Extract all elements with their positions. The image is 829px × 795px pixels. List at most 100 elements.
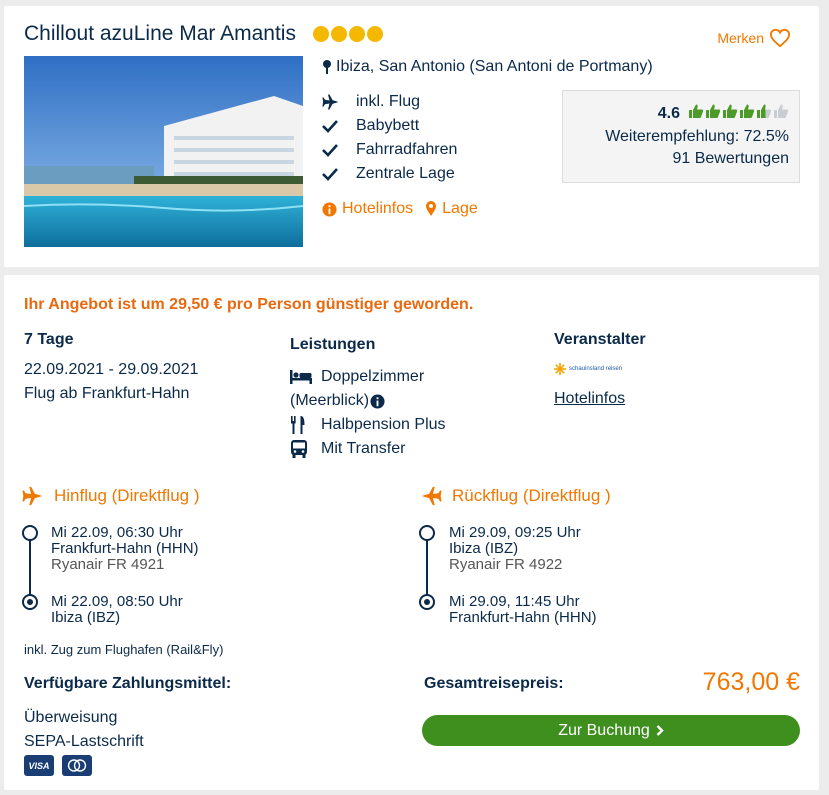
- veranstalter-logo: schauinsland reisen: [554, 363, 629, 375]
- cutlery-icon: [291, 416, 305, 434]
- room-view: (Meerblick): [290, 389, 446, 413]
- room-type: Doppelzimmer: [290, 365, 446, 389]
- check-icon: [322, 120, 338, 133]
- booking-button[interactable]: Zur Buchung: [422, 715, 800, 746]
- info-circle-icon: [322, 201, 337, 217]
- star-rating: [313, 26, 383, 42]
- feature-item: Fahrradfahren: [322, 138, 457, 162]
- outbound-timeline: [22, 525, 38, 615]
- visa-icon: VISA: [24, 755, 54, 776]
- merken-button[interactable]: Merken: [717, 28, 791, 48]
- return-arr-airport: Frankfurt-Hahn (HHN): [449, 609, 597, 626]
- hotel-name[interactable]: Chillout azuLine Mar Amantis: [24, 22, 296, 46]
- hotel-card: Chillout azuLine Mar Amantis Merken Ibiz…: [4, 6, 819, 267]
- outbound-departure: Mi 22.09, 06:30 Uhr Frankfurt-Hahn (HHN)…: [51, 525, 199, 573]
- trip-dates: 22.09.2021 - 29.09.2021: [24, 361, 199, 378]
- return-flight-number: Ryanair FR 4922: [449, 556, 563, 573]
- feature-item: Babybett: [322, 114, 457, 138]
- feature-label: inkl. Flug: [356, 93, 421, 110]
- location-line: Ibiza, San Antonio (San Antoni de Portma…: [322, 58, 653, 76]
- hotelinfos-link[interactable]: Hotelinfos: [322, 200, 413, 218]
- bed-icon: [290, 370, 312, 384]
- hotel-links: Hotelinfos Lage: [322, 200, 478, 218]
- feature-label: Fahrradfahren: [356, 141, 458, 158]
- review-count: 91 Bewertungen: [672, 150, 789, 167]
- return-departure: Mi 29.09, 09:25 Uhr Ibiza (IBZ) Ryanair …: [449, 525, 581, 573]
- payment-method: Überweisung: [24, 709, 118, 726]
- return-heading: Rückflug (Direktflug ): [420, 485, 611, 507]
- map-marker-icon: [426, 201, 437, 216]
- departure-dot: [22, 525, 38, 541]
- feature-list: inkl. Flug Babybett Fahrradfahren Zentra…: [322, 90, 457, 186]
- leistungen-heading: Leistungen: [290, 336, 376, 353]
- trip-dates-block: 22.09.2021 - 29.09.2021 Flug ab Frankfur…: [24, 358, 198, 406]
- thumb-up-icon: [722, 103, 738, 124]
- departure-airport: Flug ab Frankfurt-Hahn: [24, 385, 190, 402]
- card-logos: VISA: [24, 755, 92, 776]
- thumb-up-icon: [688, 103, 704, 124]
- sun-logo-icon: [554, 363, 566, 375]
- payment-methods: Überweisung SEPA-Lastschrift: [24, 706, 144, 754]
- location-text: Ibiza, San Antonio (San Antoni de Portma…: [336, 58, 653, 75]
- outbound-arrival: Mi 22.09, 08:50 Uhr Ibiza (IBZ): [51, 594, 183, 626]
- offer-card: Ihr Angebot ist um 29,50 € pro Person gü…: [4, 275, 819, 790]
- price-drop-notice: Ihr Angebot ist um 29,50 € pro Person gü…: [24, 296, 474, 313]
- plane-icon: [421, 486, 442, 506]
- hotelinfos-label: Hotelinfos: [342, 200, 414, 217]
- merken-label: Merken: [717, 30, 764, 46]
- transfer-label: Mit Transfer: [321, 440, 406, 457]
- leistungen-list: Doppelzimmer (Meerblick) Halbpension Plu…: [290, 365, 446, 461]
- veranstalter-heading: Veranstalter: [554, 331, 646, 348]
- check-icon: [322, 168, 338, 181]
- outbound-heading-label: Hinflug (Direktflug ): [54, 486, 200, 505]
- trip-duration: 7 Tage: [24, 331, 74, 348]
- thumb-up-icon: [773, 103, 789, 124]
- rating-score-row: 4.6: [563, 103, 789, 124]
- board-label: Halbpension Plus: [321, 416, 446, 433]
- outbound-dep-airport: Frankfurt-Hahn (HHN): [51, 540, 199, 557]
- hotel-photo[interactable]: [24, 56, 303, 247]
- veranstalter-hotelinfos-link[interactable]: Hotelinfos: [554, 390, 625, 408]
- star-icon: [331, 26, 347, 42]
- return-dep-time: Mi 29.09, 09:25 Uhr: [449, 524, 581, 541]
- thumb-up-icon: [705, 103, 721, 124]
- bus-icon: [291, 440, 307, 458]
- booking-button-label: Zur Buchung: [558, 721, 650, 739]
- rating-box[interactable]: 4.6 Weiterempfehlung: 72.5% 91 Bewertung…: [562, 90, 800, 183]
- return-timeline: [419, 525, 435, 615]
- arrival-dot: [419, 594, 435, 610]
- feature-item: inkl. Flug: [322, 90, 457, 114]
- total-price: 763,00 €: [702, 668, 800, 696]
- transfer: Mit Transfer: [290, 437, 446, 461]
- rail-fly-note: inkl. Zug zum Flughafen (Rail&Fly): [24, 642, 224, 657]
- return-arr-time: Mi 29.09, 11:45 Uhr: [449, 593, 580, 610]
- board-type: Halbpension Plus: [290, 413, 446, 437]
- lage-link[interactable]: Lage: [425, 200, 478, 218]
- recommendation-rate: Weiterempfehlung: 72.5%: [605, 128, 789, 145]
- feature-item: Zentrale Lage: [322, 162, 457, 186]
- payment-heading: Verfügbare Zahlungsmittel:: [24, 675, 232, 692]
- plane-icon: [322, 94, 339, 110]
- outbound-arr-time: Mi 22.09, 08:50 Uhr: [51, 593, 183, 610]
- payment-method: SEPA-Lastschrift: [24, 733, 144, 750]
- lage-label: Lage: [442, 200, 478, 217]
- star-icon: [349, 26, 365, 42]
- departure-dot: [419, 525, 435, 541]
- outbound-dep-time: Mi 22.09, 06:30 Uhr: [51, 524, 183, 541]
- room-type-label: Doppelzimmer: [321, 368, 425, 385]
- thumb-up-icon: [739, 103, 755, 124]
- info-icon[interactable]: [370, 393, 385, 409]
- outbound-arr-airport: Ibiza (IBZ): [51, 609, 121, 626]
- thumb-up-icon: [756, 103, 772, 124]
- room-view-label: (Meerblick): [290, 392, 370, 409]
- map-pin-icon: [323, 60, 331, 74]
- veranstalter-logo-text: schauinsland reisen: [569, 365, 623, 372]
- chevron-right-icon: [656, 725, 664, 736]
- outbound-heading: Hinflug (Direktflug ): [22, 485, 200, 507]
- thumbs-rating: [688, 103, 789, 124]
- heart-icon: [769, 28, 791, 48]
- mastercard-icon: [62, 755, 92, 776]
- arrival-dot: [22, 594, 38, 610]
- plane-icon: [22, 486, 43, 506]
- check-icon: [322, 144, 338, 157]
